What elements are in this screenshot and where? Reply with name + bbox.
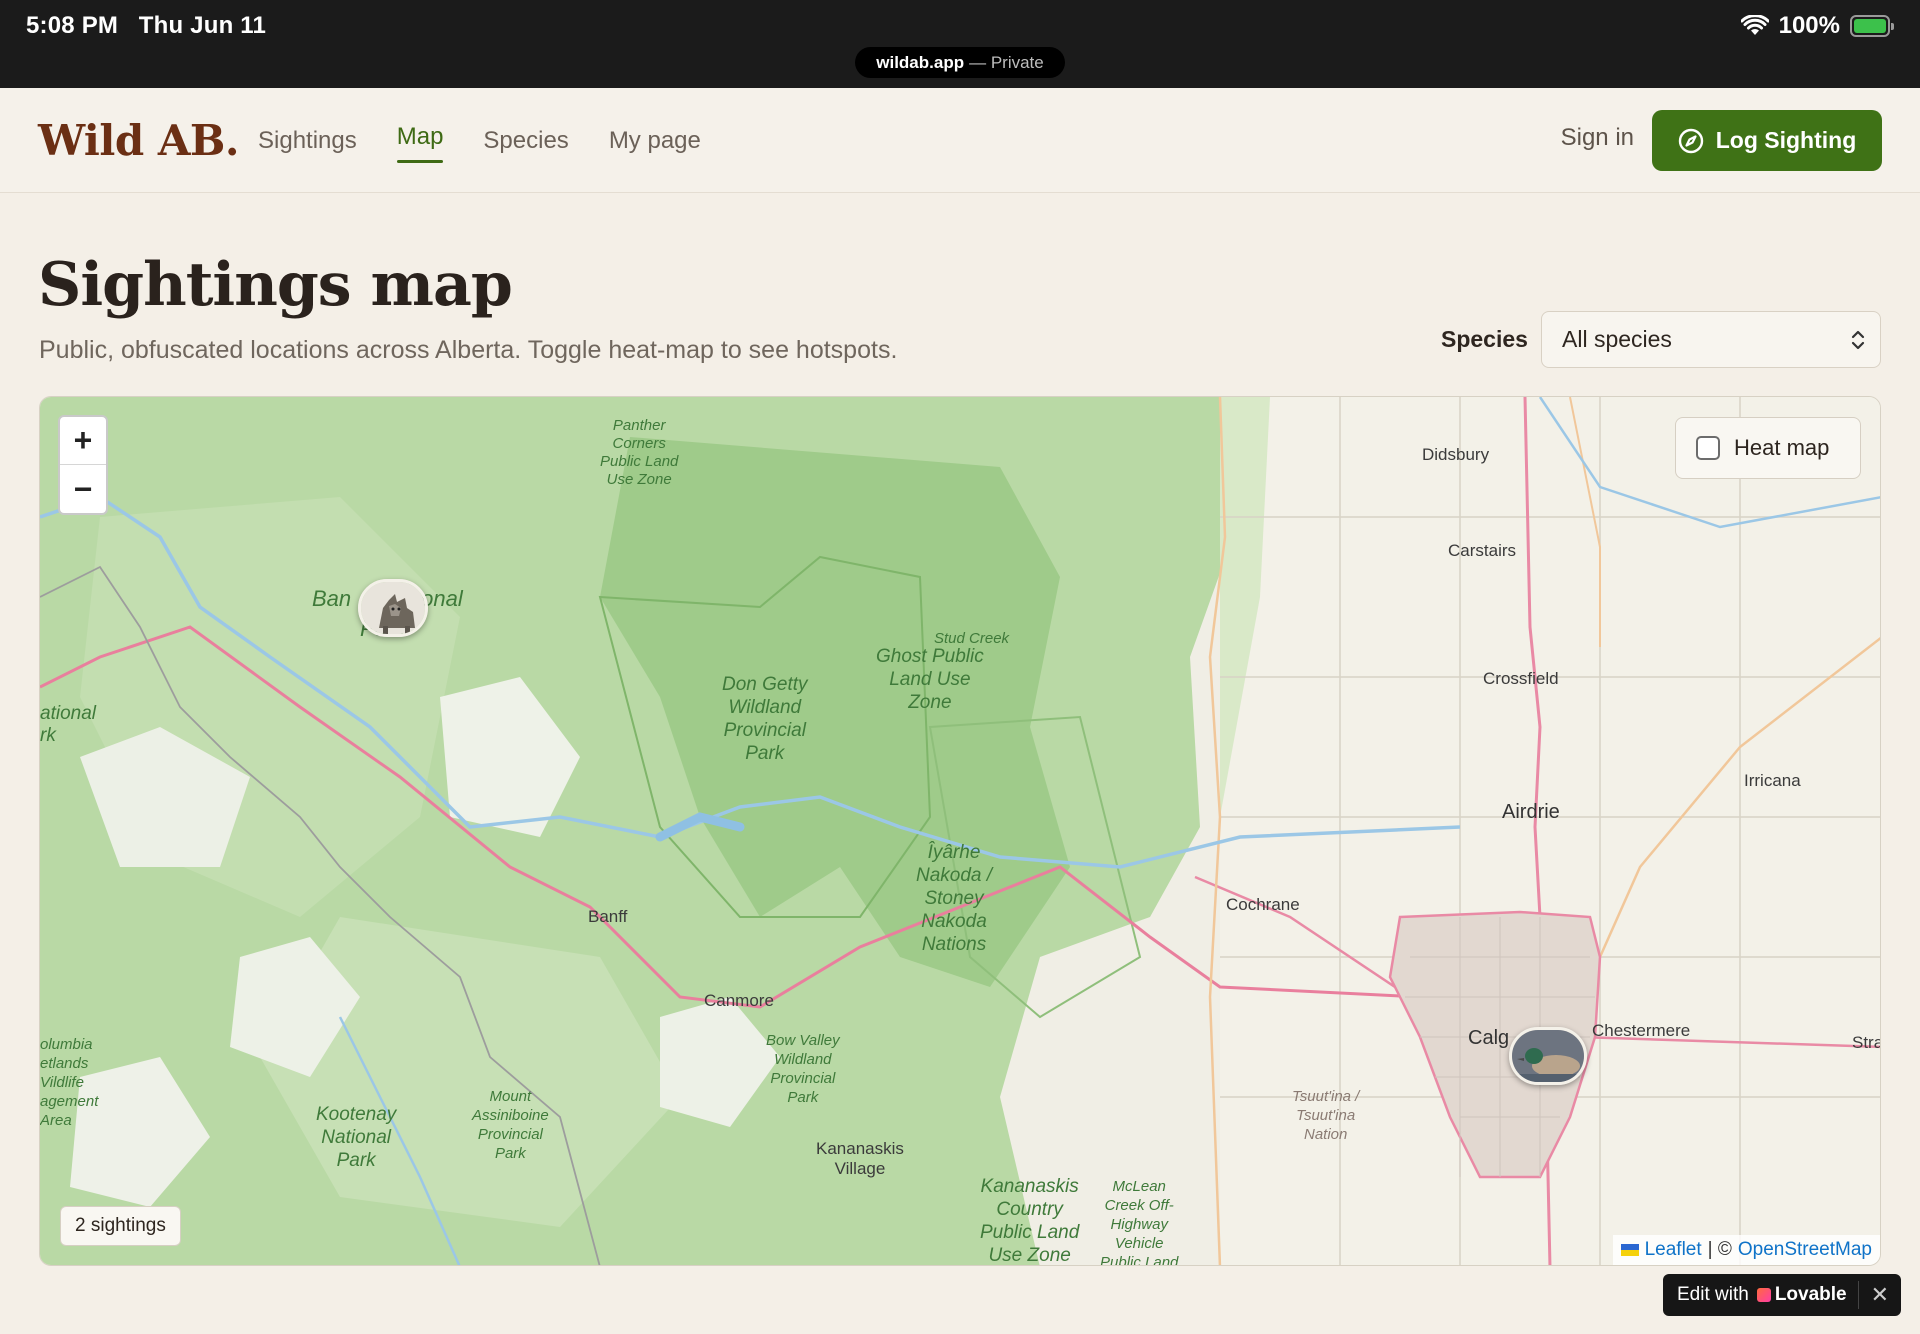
- battery-percent: 100%: [1778, 12, 1840, 39]
- lovable-prefix: Edit with: [1677, 1284, 1749, 1305]
- label-chestermere: Chestermere: [1592, 1021, 1691, 1040]
- url-pill[interactable]: wildab.app — Private: [855, 47, 1065, 78]
- wolf-photo-icon: [361, 582, 425, 634]
- map-attribution: Leaflet | © OpenStreetMap: [1612, 1235, 1880, 1265]
- species-select[interactable]: All species: [1541, 311, 1881, 368]
- label-mount-assiniboine: Mount Assiniboine Provincial Park: [472, 1088, 549, 1162]
- heat-map-checkbox[interactable]: [1696, 436, 1720, 460]
- zoom-control: + −: [58, 415, 108, 515]
- sighting-marker-wolf[interactable]: [358, 579, 428, 637]
- sightings-map[interactable]: Panther Corners Public Land Use Zone Ban ona…: [39, 396, 1881, 1266]
- page-title: Sightings map: [38, 250, 513, 320]
- log-sighting-label: Log Sighting: [1715, 127, 1857, 153]
- label-panther-corners: Panther Corners Public Land Use Zone: [600, 417, 679, 488]
- species-selected-value: All species: [1562, 326, 1672, 352]
- label-irricana: Irricana: [1744, 771, 1801, 790]
- heat-map-label: Heat map: [1734, 435, 1830, 460]
- nav-species[interactable]: Species: [483, 88, 568, 193]
- url-domain: wildab.app: [876, 52, 965, 72]
- battery-icon: [1850, 15, 1894, 37]
- label-columbia-wetlands: olumbia etlands Vildlife agement Area: [40, 1036, 99, 1129]
- duck-photo-icon: [1512, 1030, 1584, 1082]
- attribution-separator: | ©: [1707, 1239, 1732, 1260]
- heat-map-toggle[interactable]: Heat map: [1675, 417, 1861, 479]
- sign-in-link[interactable]: Sign in: [1561, 124, 1634, 152]
- clock: 5:08 PM: [26, 12, 119, 39]
- url-mode: — Private: [969, 52, 1044, 72]
- nav-map[interactable]: Map: [396, 88, 443, 193]
- lovable-brand: Lovable: [1756, 1284, 1847, 1306]
- openstreetmap-link[interactable]: OpenStreetMap: [1738, 1239, 1872, 1261]
- label-bow-valley: Bow Valley Wildland Provincial Park: [766, 1032, 840, 1106]
- label-kananaskis-village: Kananaskis Village: [816, 1139, 904, 1178]
- label-cochrane: Cochrane: [1226, 895, 1300, 914]
- edit-with-lovable-badge[interactable]: Edit with Lovable ✕: [1663, 1274, 1901, 1316]
- label-ghost-public-land: Ghost Public Land Use Zone: [876, 646, 984, 713]
- label-strathmore: Stra: [1852, 1033, 1881, 1052]
- sightings-count: 2 sightings: [60, 1206, 181, 1246]
- wifi-icon: [1740, 15, 1769, 35]
- label-mclean-creek: McLean Creek Off- Highway Vehicle Public Lan…: [1100, 1178, 1179, 1266]
- leaflet-link[interactable]: Leaflet: [1645, 1239, 1702, 1261]
- label-national-park-partial: ational rk: [40, 703, 96, 746]
- label-tsuutina: Tsuut'ina / Tsuut'ina Nation: [1292, 1088, 1360, 1143]
- label-don-getty: Don Getty Wildland Provincial Park: [722, 674, 808, 764]
- sighting-marker-duck[interactable]: [1509, 1027, 1587, 1085]
- label-kananaskis-country: Kananaskis Country Public Land Use Zone: [980, 1176, 1080, 1266]
- ukraine-flag-icon: [1620, 1244, 1639, 1256]
- label-crossfield: Crossfield: [1483, 669, 1559, 688]
- label-kootenay: Kootenay National Park: [316, 1104, 397, 1171]
- zoom-out-button[interactable]: −: [60, 465, 106, 513]
- label-didsbury: Didsbury: [1422, 445, 1490, 464]
- label-canmore: Canmore: [704, 991, 774, 1010]
- date: Thu Jun 11: [138, 12, 267, 39]
- label-carstairs: Carstairs: [1448, 541, 1517, 560]
- lovable-logo-icon: [1756, 1288, 1771, 1302]
- label-calgary: Calg: [1468, 1027, 1510, 1049]
- page-subtitle: Public, obfuscated locations across Albe…: [39, 336, 898, 364]
- label-stoney-nakoda: Îyârhe Nakoda / Stoney Nakoda Nations: [916, 842, 993, 955]
- select-chevron-icon: [1851, 330, 1865, 350]
- label-banff: Banff: [588, 907, 628, 926]
- status-bar: 5:08 PM Thu Jun 11 wildab.app — Private …: [0, 0, 1920, 88]
- status-right: 100%: [1740, 12, 1894, 40]
- species-filter-label: Species: [1441, 326, 1528, 352]
- site-logo[interactable]: Wild AB.: [38, 116, 240, 165]
- zoom-in-button[interactable]: +: [60, 417, 106, 465]
- status-time: 5:08 PM Thu Jun 11: [26, 12, 266, 40]
- site-header: Wild AB. Sightings Map Species My page S…: [0, 88, 1920, 193]
- nav-my-page[interactable]: My page: [609, 88, 701, 193]
- close-icon[interactable]: ✕: [1871, 1282, 1889, 1308]
- label-airdrie: Airdrie: [1502, 801, 1560, 823]
- nav-sightings[interactable]: Sightings: [258, 88, 357, 193]
- compass-icon: [1678, 128, 1703, 153]
- main-nav: Sightings Map Species My page: [258, 88, 741, 193]
- log-sighting-button[interactable]: Log Sighting: [1652, 110, 1882, 171]
- badge-divider: [1858, 1281, 1859, 1309]
